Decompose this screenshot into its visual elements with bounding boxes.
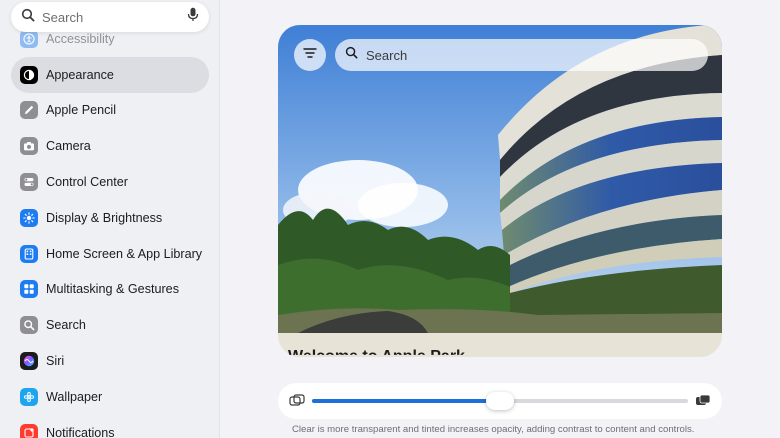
- slider-thumb[interactable]: [486, 392, 514, 410]
- tinted-icon: [695, 394, 711, 413]
- sidebar-search-placeholder: Search: [42, 9, 84, 25]
- sidebar-item-wallpaper[interactable]: Wallpaper: [11, 379, 209, 415]
- camera-icon: [20, 137, 38, 156]
- menu-icon: [303, 46, 317, 64]
- home-screen-icon: [20, 244, 38, 263]
- pencil-icon: [20, 101, 38, 120]
- sidebar-item-control-center[interactable]: Control Center: [11, 164, 209, 200]
- sidebar-item-label: Accessibility: [46, 31, 115, 46]
- sidebar-item-label: Home Screen & App Library: [46, 246, 203, 261]
- slider-caption: Clear is more transparent and tinted inc…: [292, 424, 695, 435]
- sidebar-list: Accessibility Appearance Apple Pencil Ca…: [11, 21, 209, 438]
- preview-title-peek: Welcome to Apple Park: [288, 348, 465, 365]
- sidebar-item-display-brightness[interactable]: Display & Brightness: [11, 200, 209, 236]
- microphone-icon[interactable]: [187, 7, 199, 27]
- sidebar-item-label: Control Center: [46, 175, 128, 190]
- preview-search-placeholder: Search: [366, 47, 408, 63]
- filter-menu-button[interactable]: [294, 39, 326, 71]
- preview-search-field[interactable]: Search: [335, 39, 708, 71]
- sidebar-item-search[interactable]: Search: [11, 307, 209, 343]
- sidebar-item-label: Wallpaper: [46, 389, 103, 404]
- wallpaper-preview-card: Search: [278, 25, 722, 357]
- appearance-icon: [20, 65, 38, 84]
- siri-icon: [20, 352, 38, 371]
- sidebar-item-home-screen[interactable]: Home Screen & App Library: [11, 236, 209, 272]
- sidebar-item-label: Siri: [46, 354, 65, 369]
- settings-sidebar: Search Accessibility Appearance Apple Pe…: [0, 0, 220, 438]
- sidebar-item-notifications[interactable]: Notifications: [11, 415, 209, 438]
- clear-icon: [289, 394, 305, 413]
- sidebar-search-field[interactable]: Search: [11, 2, 209, 32]
- sidebar-item-label: Apple Pencil: [46, 103, 117, 118]
- wallpaper-icon: [20, 387, 38, 406]
- sidebar-item-camera[interactable]: Camera: [11, 128, 209, 164]
- control-center-icon: [20, 173, 38, 192]
- sidebar-item-apple-pencil[interactable]: Apple Pencil: [11, 93, 209, 129]
- notifications-icon: [20, 423, 38, 438]
- sidebar-item-multitasking[interactable]: Multitasking & Gestures: [11, 272, 209, 308]
- slider-fill: [312, 399, 500, 403]
- apple-park-photo: [278, 25, 722, 357]
- sidebar-item-label: Display & Brightness: [46, 210, 163, 225]
- search-icon: [20, 316, 38, 335]
- sidebar-item-label: Multitasking & Gestures: [46, 282, 179, 297]
- sidebar-item-label: Notifications: [46, 425, 115, 438]
- brightness-icon: [20, 208, 38, 227]
- sidebar-item-label: Appearance: [46, 67, 114, 82]
- search-icon: [21, 8, 35, 27]
- accessibility-icon: [20, 29, 38, 48]
- sidebar-item-label: Camera: [46, 139, 91, 154]
- sidebar-item-label: Search: [46, 318, 86, 333]
- sidebar-item-appearance[interactable]: Appearance: [11, 56, 209, 93]
- glass-style-slider-card: [278, 383, 722, 419]
- search-icon: [345, 46, 358, 64]
- sidebar-item-siri[interactable]: Siri: [11, 343, 209, 379]
- multitasking-icon: [20, 280, 38, 299]
